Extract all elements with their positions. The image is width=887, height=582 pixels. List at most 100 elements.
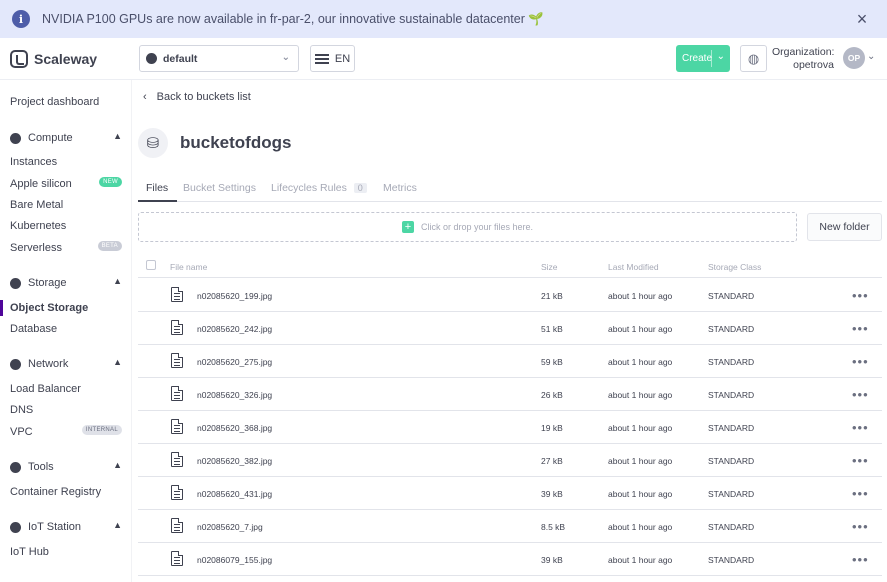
sidebar-section-iot-station[interactable]: IoT Station ▲ bbox=[10, 520, 122, 533]
table-row[interactable]: n02086079_155.jpg 39 kB about 1 hour ago ST… bbox=[138, 543, 882, 576]
dropzone-text: Click or drop your files here. bbox=[420, 222, 534, 232]
tab-files[interactable]: Files bbox=[146, 182, 168, 194]
sidebar-section-compute[interactable]: Compute ▲ bbox=[10, 131, 122, 144]
organization-info[interactable]: Organization: opetrova bbox=[772, 46, 834, 72]
sidebar: Project dashboard Compute ▲ Instances Ap… bbox=[0, 80, 132, 582]
file-modified: about 1 hour ago bbox=[608, 324, 673, 334]
column-header-size[interactable]: Size bbox=[541, 262, 558, 272]
table-row[interactable]: n02085620_199.jpg 21 kB about 1 hour ago ST… bbox=[138, 279, 882, 312]
file-modified: about 1 hour ago bbox=[608, 456, 673, 466]
avatar[interactable]: OP bbox=[843, 47, 865, 69]
chevron-up-icon: ▲ bbox=[113, 276, 122, 286]
more-options-icon[interactable]: ••• bbox=[852, 453, 869, 468]
new-folder-button[interactable]: New folder bbox=[807, 213, 882, 241]
language-label: EN bbox=[334, 52, 351, 65]
sidebar-item-dns[interactable]: DNS bbox=[10, 404, 122, 416]
file-name[interactable]: n02085620_275.jpg bbox=[197, 357, 272, 367]
close-icon[interactable]: × bbox=[853, 10, 871, 28]
table-row[interactable]: n02085620_7.jpg 8.5 kB about 1 hour ago STA… bbox=[138, 510, 882, 543]
file-name[interactable]: n02086079_155.jpg bbox=[197, 555, 272, 565]
project-selector[interactable]: default ⌄ bbox=[139, 45, 299, 72]
file-dropzone[interactable]: + Click or drop your files here. bbox=[138, 212, 797, 242]
file-name[interactable]: n02085620_242.jpg bbox=[197, 324, 272, 334]
tools-icon bbox=[10, 461, 21, 473]
select-all-checkbox[interactable] bbox=[146, 260, 156, 270]
file-name[interactable]: n02085620_431.jpg bbox=[197, 489, 272, 499]
flag-icon bbox=[314, 53, 329, 64]
create-button[interactable]: Create ⌄ bbox=[676, 45, 730, 72]
table-row[interactable]: n02085620_431.jpg 39 kB about 1 hour ago ST… bbox=[138, 477, 882, 510]
table-row[interactable]: n02085620_275.jpg 59 kB about 1 hour ago ST… bbox=[138, 345, 882, 378]
column-header-last-modified[interactable]: Last Modified bbox=[608, 262, 659, 272]
more-options-icon[interactable]: ••• bbox=[852, 519, 869, 534]
storage-icon bbox=[10, 277, 21, 289]
sidebar-item-iot-hub[interactable]: IoT Hub bbox=[10, 546, 122, 558]
more-options-icon[interactable]: ••• bbox=[852, 552, 869, 567]
more-options-icon[interactable]: ••• bbox=[852, 288, 869, 303]
column-header-storage-class[interactable]: Storage Class bbox=[708, 262, 761, 272]
more-options-icon[interactable]: ••• bbox=[852, 387, 869, 402]
beta-badge: Beta bbox=[97, 241, 122, 251]
sidebar-item-apple-silicon[interactable]: Apple silicon New bbox=[10, 177, 122, 190]
support-icon[interactable]: ◍ bbox=[740, 45, 767, 72]
file-modified: about 1 hour ago bbox=[608, 423, 673, 433]
file-name[interactable]: n02085620_199.jpg bbox=[197, 291, 272, 301]
file-icon bbox=[171, 386, 183, 401]
more-options-icon[interactable]: ••• bbox=[852, 486, 869, 501]
sidebar-item-object-storage[interactable]: Object Storage bbox=[10, 302, 122, 314]
file-icon bbox=[171, 551, 183, 566]
sidebar-item-serverless[interactable]: Serverless Beta bbox=[10, 241, 122, 254]
sidebar-item-label: Serverless bbox=[10, 242, 62, 254]
project-icon bbox=[146, 53, 157, 64]
file-size: 27 kB bbox=[541, 456, 563, 466]
file-name[interactable]: n02085620_382.jpg bbox=[197, 456, 272, 466]
sidebar-item-database[interactable]: Database bbox=[10, 323, 122, 335]
sidebar-item-instances[interactable]: Instances bbox=[10, 156, 122, 168]
sidebar-item-kubernetes[interactable]: Kubernetes bbox=[10, 220, 122, 232]
active-tab-indicator bbox=[138, 200, 177, 202]
file-storage-class: STANDARD bbox=[708, 555, 755, 565]
more-options-icon[interactable]: ••• bbox=[852, 420, 869, 435]
table-row[interactable]: n02085620_242.jpg 51 kB about 1 hour ago ST… bbox=[138, 312, 882, 345]
sidebar-section-network[interactable]: Network ▲ bbox=[10, 357, 122, 370]
back-label: Back to buckets list bbox=[156, 91, 251, 103]
file-name[interactable]: n02085620_326.jpg bbox=[197, 390, 272, 400]
sidebar-section-label: Network bbox=[28, 358, 69, 370]
column-header-file-name[interactable]: File name bbox=[170, 262, 207, 272]
file-icon bbox=[171, 485, 183, 500]
file-name[interactable]: n02085620_368.jpg bbox=[197, 423, 272, 433]
more-options-icon[interactable]: ••• bbox=[852, 321, 869, 336]
table-row[interactable]: n02085620_368.jpg 19 kB about 1 hour ago ST… bbox=[138, 411, 882, 444]
file-size: 26 kB bbox=[541, 390, 563, 400]
tab-metrics[interactable]: Metrics bbox=[383, 182, 417, 194]
table-row[interactable]: n02085620_326.jpg 26 kB about 1 hour ago ST… bbox=[138, 378, 882, 411]
top-bar: Scaleway default ⌄ EN Create ⌄ ◍ Organiz… bbox=[0, 38, 887, 80]
file-storage-class: STANDARD bbox=[708, 324, 755, 334]
scaleway-logo[interactable]: Scaleway bbox=[10, 50, 97, 68]
organization-label: Organization: bbox=[772, 46, 835, 58]
sidebar-item-label: VPC bbox=[10, 426, 33, 438]
chevron-down-icon: ⌄ bbox=[281, 52, 290, 63]
bucket-icon: ⛁ bbox=[138, 128, 168, 158]
more-options-icon[interactable]: ••• bbox=[852, 354, 869, 369]
sidebar-section-tools[interactable]: Tools ▲ bbox=[10, 460, 122, 473]
sidebar-item-project-dashboard[interactable]: Project dashboard bbox=[10, 96, 99, 108]
language-selector[interactable]: EN bbox=[310, 45, 355, 72]
chevron-down-icon[interactable]: ⌄ bbox=[867, 51, 875, 62]
table-row[interactable]: n02085620_382.jpg 27 kB about 1 hour ago ST… bbox=[138, 444, 882, 477]
file-size: 59 kB bbox=[541, 357, 563, 367]
file-modified: about 1 hour ago bbox=[608, 390, 673, 400]
sidebar-item-bare-metal[interactable]: Bare Metal bbox=[10, 199, 122, 211]
tab-label: Lifecycles Rules bbox=[271, 182, 347, 194]
file-modified: about 1 hour ago bbox=[608, 489, 673, 499]
back-link[interactable]: ‹ Back to buckets list bbox=[143, 91, 251, 103]
sidebar-item-load-balancer[interactable]: Load Balancer bbox=[10, 383, 122, 395]
sidebar-item-container-registry[interactable]: Container Registry bbox=[10, 486, 122, 498]
tab-lifecycles-rules[interactable]: Lifecycles Rules 0 bbox=[271, 182, 367, 194]
file-name[interactable]: n02085620_7.jpg bbox=[197, 522, 263, 532]
tab-bucket-settings[interactable]: Bucket Settings bbox=[183, 182, 256, 194]
sidebar-section-storage[interactable]: Storage ▲ bbox=[10, 276, 122, 289]
file-storage-class: STANDARD bbox=[708, 423, 755, 433]
sidebar-item-vpc[interactable]: VPC Internal bbox=[10, 425, 122, 438]
chevron-down-icon[interactable]: ⌄ bbox=[717, 51, 725, 62]
